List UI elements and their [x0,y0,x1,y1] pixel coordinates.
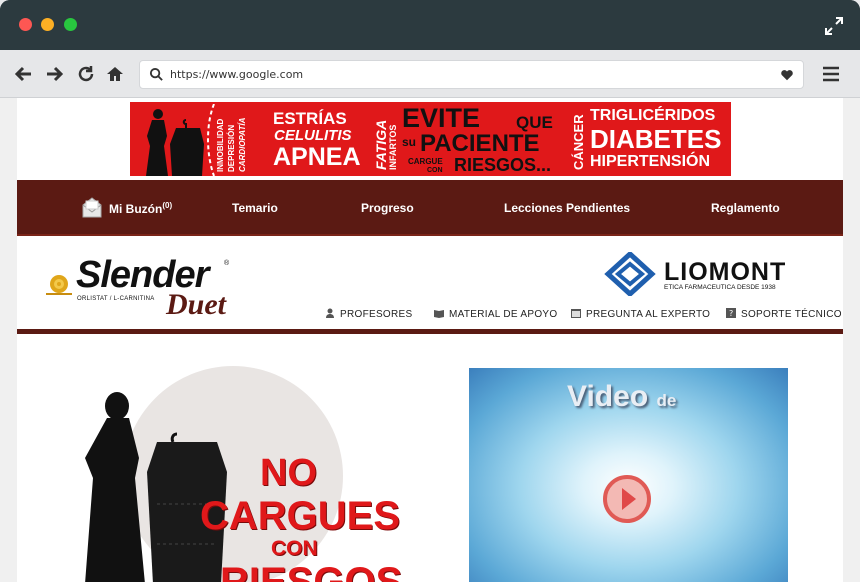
search-icon [149,67,163,81]
nav-reglamento[interactable]: Reglamento [711,201,780,215]
promo-banner[interactable]: INMOBILIDAD DEPRESIÓN CARDIOPATÍA ESTRÍA… [130,102,731,176]
liomont-logo[interactable]: LIOMONT ETICA FARMACEUTICA DESDE 1938 [600,252,810,296]
heart-icon[interactable] [780,68,794,82]
expand-icon[interactable] [824,16,844,36]
back-arrow-icon[interactable] [13,64,33,84]
nav-progreso[interactable]: Progreso [361,201,414,215]
banner-cardiopatia: CARDIOPATÍA [238,117,247,172]
link-pregunta-al-experto[interactable]: PREGUNTA AL EXPERTO [571,308,710,320]
link-material-de-apoyo[interactable]: MATERIAL DE APOYO [434,308,557,320]
link-soporte-tecnico[interactable]: ? SOPORTE TÉCNICO [726,308,842,320]
main-nav: Mi Buzón(0) Temario Progreso Lecciones P… [17,180,843,236]
hero-line-riesgos: RIESGOS [220,560,403,582]
hero-line-no: NO [260,452,317,494]
banner-paciente: PACIENTE [420,130,540,157]
hero-section: NO CARGUES CON RIESGOS Video de [17,366,843,582]
banner-infartos: INFARTOS [388,124,398,170]
title-bar [0,0,860,50]
nav-mailbox[interactable]: Mi Buzón(0) [109,201,172,216]
link-soporte-label: SOPORTE TÉCNICO [741,309,842,320]
address-bar[interactable]: https://www.google.com [139,60,804,89]
video-title-main: Video [567,380,649,413]
hamburger-menu-icon[interactable] [822,65,840,83]
web-page: INMOBILIDAD DEPRESIÓN CARDIOPATÍA ESTRÍA… [17,98,843,582]
header-divider [17,329,843,334]
person-icon [326,308,334,318]
banner-apnea: APNEA [273,143,361,171]
banner-diabetes: DIABETES [590,124,722,154]
banner-fatiga: FATIGA [373,119,389,170]
banner-estrias: ESTRÍAS [273,109,347,128]
nav-temario[interactable]: Temario [232,201,278,215]
slender-reg-mark: ® [224,260,230,267]
video-player[interactable]: Video de [469,368,788,582]
liomont-diamond-icon [604,252,656,296]
banner-su: su [402,135,417,149]
link-profesores[interactable]: PROFESORES [325,308,412,320]
liomont-tagline: ETICA FARMACEUTICA DESDE 1938 [664,284,776,291]
banner-que: QUE [516,113,553,132]
nav-mailbox-count: (0) [162,201,173,210]
svg-text:?: ? [729,309,734,318]
book-icon [434,310,444,318]
browser-toolbar: https://www.google.com [0,50,860,98]
hero-campaign-image[interactable]: NO CARGUES CON RIESGOS [47,366,427,582]
hero-line-cargues: CARGUES [200,494,401,538]
envelope-icon[interactable] [81,195,103,219]
nav-lecciones-pendientes[interactable]: Lecciones Pendientes [504,201,630,215]
banner-inmobilidad: INMOBILIDAD [216,118,225,172]
banner-evite: EVITE [402,103,481,133]
banner-riesgos: RIESGOS... [454,155,552,175]
liomont-word: LIOMONT [664,258,787,286]
minimize-window-button[interactable] [41,18,54,31]
banner-trigliceridos: TRIGLICÉRIDOS [590,107,716,124]
secondary-links: PROFESORES MATERIAL DE APOYO PREGUNTA AL… [17,308,843,324]
close-window-button[interactable] [19,18,32,31]
calendar-icon [571,309,581,318]
banner-depresion: DEPRESIÓN [227,124,236,172]
home-icon[interactable] [105,64,125,84]
zoom-window-button[interactable] [64,18,77,31]
play-icon[interactable] [602,474,652,524]
url-text[interactable]: https://www.google.com [170,68,303,81]
woman-silhouette-image [85,392,227,582]
link-profesores-label: PROFESORES [340,309,413,320]
page-viewport[interactable]: INMOBILIDAD DEPRESIÓN CARDIOPATÍA ESTRÍA… [0,98,860,582]
snail-logo-icon [46,275,72,295]
banner-hipertension: HIPERTENSIÓN [590,153,711,170]
help-icon: ? [726,308,736,318]
forward-arrow-icon[interactable] [45,64,65,84]
silhouette-image [146,109,204,176]
banner-cancer: CÁNCER [571,114,586,170]
browser-window: https://www.google.com INMOBILIDAD DEPRE… [0,0,860,582]
banner-con: CON [427,167,443,174]
hero-line-con: CON [271,537,318,560]
banner-cargue: CARGUE [408,157,443,166]
nav-mailbox-label: Mi Buzón [109,202,163,216]
reload-icon[interactable] [76,64,96,84]
video-title-small: de [656,391,677,410]
slender-subtitle: ORLISTAT / L-CARNITINA [77,296,155,302]
banner-celulitis: CELULITIS [274,127,352,144]
link-pregunta-label: PREGUNTA AL EXPERTO [586,309,711,320]
video-title: Video de [567,380,676,414]
link-material-label: MATERIAL DE APOYO [449,309,558,320]
